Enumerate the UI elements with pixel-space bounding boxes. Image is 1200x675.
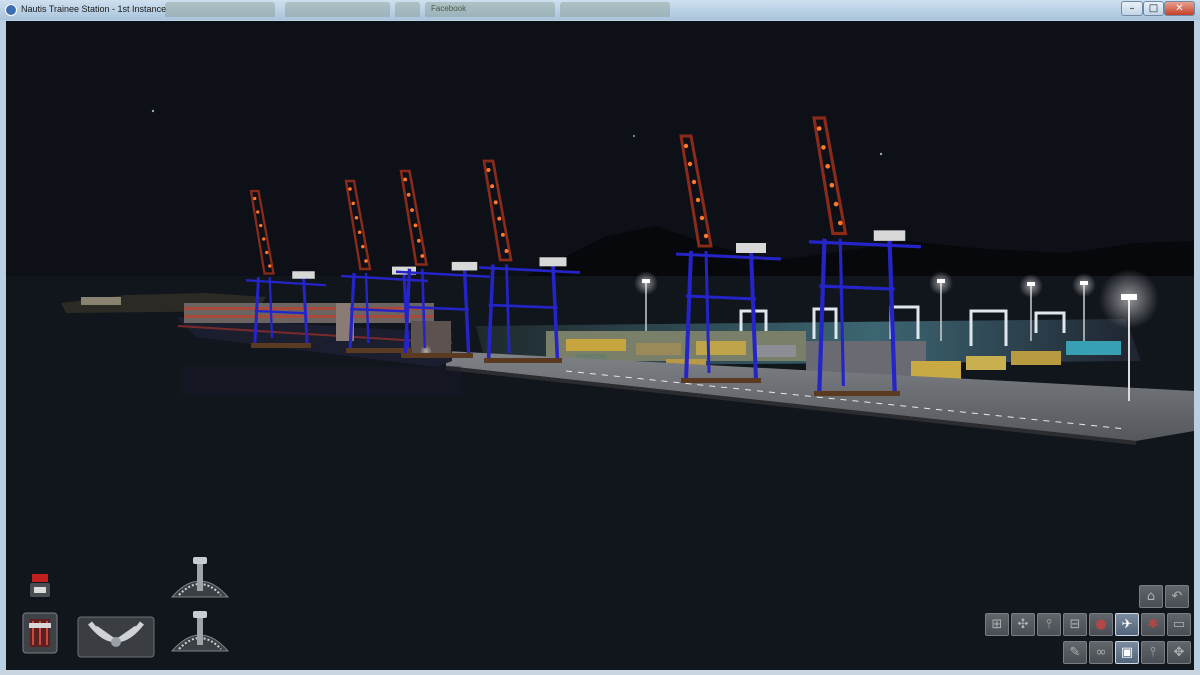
orbit-camera-icon[interactable]: ✥ <box>1167 641 1191 664</box>
background-tab-2[interactable] <box>285 2 390 17</box>
application-window: Nautis Trainee Station - 1st Instance Fa… <box>0 0 1200 675</box>
star <box>879 152 883 156</box>
deck-view-icon[interactable]: ⊟ <box>1063 613 1087 636</box>
thruster-dial-icon <box>170 557 230 598</box>
simulation-viewport[interactable]: ⌂ ↶ ⊞ ✣ ⫯ ⊟ ● ✈ ✱ ▭ ✎ ∞ ▣ ⫯ ✥ <box>6 21 1194 670</box>
ship-view-icon[interactable]: ⊞ <box>985 613 1009 636</box>
star <box>151 109 155 113</box>
background-tab-5[interactable] <box>560 2 670 17</box>
distant-building <box>81 297 121 305</box>
tug-view-icon[interactable]: ✱ <box>1141 613 1165 636</box>
mast-view-icon[interactable]: ⫯ <box>1037 613 1061 636</box>
free-camera-icon[interactable]: ✈ <box>1115 613 1139 636</box>
alarm-lamp-icon[interactable] <box>28 574 52 600</box>
window-bottom-border <box>0 670 1200 675</box>
background-tab-3[interactable] <box>395 2 420 17</box>
star <box>633 135 635 137</box>
mast-camera-icon[interactable]: ⫯ <box>1141 641 1165 664</box>
buoy-view-icon[interactable]: ● <box>1089 613 1113 636</box>
minimize-button[interactable]: – <box>1121 1 1143 16</box>
background-tab-facebook[interactable]: Facebook <box>425 2 555 17</box>
window-title: Nautis Trainee Station - 1st Instance <box>21 4 167 14</box>
video-camera-icon[interactable]: ▣ <box>1115 641 1139 664</box>
engine-telegraph-icon[interactable] <box>18 611 62 655</box>
background-tab-1[interactable] <box>165 2 275 17</box>
ground-view-icon[interactable]: ▭ <box>1167 613 1191 636</box>
pencil-tool-icon[interactable]: ✎ <box>1063 641 1087 664</box>
close-button[interactable]: ✕ <box>1164 1 1195 16</box>
thruster-dial-lower[interactable] <box>169 611 231 659</box>
thruster-dial-icon <box>170 611 230 652</box>
maximize-button[interactable]: □ <box>1143 1 1164 16</box>
steering-wheel-icon[interactable] <box>76 611 156 659</box>
camera-undo-icon[interactable]: ↶ <box>1165 585 1189 608</box>
thruster-dial-upper[interactable] <box>169 557 231 605</box>
crane-view-icon[interactable]: ✣ <box>1011 613 1035 636</box>
title-bar[interactable]: Nautis Trainee Station - 1st Instance Fa… <box>0 0 1200 20</box>
link-tool-icon[interactable]: ∞ <box>1089 641 1113 664</box>
app-icon <box>5 4 17 16</box>
ship-reflection <box>181 366 461 396</box>
camera-home-icon[interactable]: ⌂ <box>1139 585 1163 608</box>
